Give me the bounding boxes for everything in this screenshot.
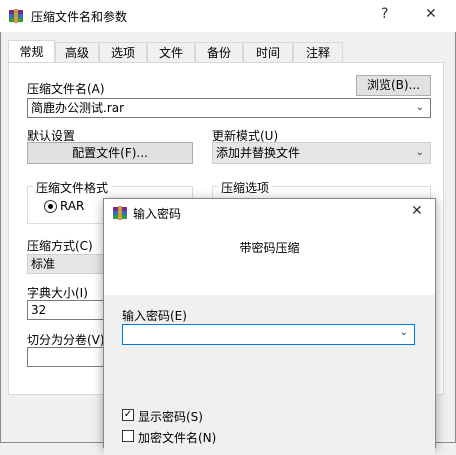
- update-mode-value: 添加并替换文件: [216, 146, 301, 160]
- archive-options-title: 压缩选项: [218, 179, 273, 196]
- enter-password-label: 输入密码(E): [122, 309, 187, 323]
- tab-advanced[interactable]: 高级: [55, 42, 99, 62]
- password-dialog-close-button[interactable]: ✕: [411, 203, 423, 219]
- browse-button[interactable]: 浏览(B)...: [356, 75, 431, 96]
- dictionary-label: 字典大小(I): [27, 286, 88, 300]
- title-bar: 压缩文件名和参数 ? ✕: [0, 0, 456, 32]
- tab-general[interactable]: 常规: [8, 40, 55, 63]
- profiles-button[interactable]: 配置文件(F)...: [27, 142, 193, 164]
- archive-name-label: 压缩文件名(A): [27, 82, 105, 96]
- winrar-app-icon: [112, 205, 128, 221]
- method-value: 标准: [31, 257, 56, 271]
- tab-files[interactable]: 文件: [147, 42, 195, 62]
- encrypt-filenames-checkbox[interactable]: [122, 430, 134, 442]
- password-dialog-heading: 带密码压缩: [239, 241, 300, 255]
- update-mode-select[interactable]: 添加并替换文件 ⌄: [212, 142, 431, 164]
- tab-comment[interactable]: 注释: [293, 42, 343, 62]
- tab-options[interactable]: 选项: [99, 42, 147, 62]
- show-password-label: 显示密码(S): [138, 410, 203, 424]
- password-dialog-title: 输入密码: [133, 207, 182, 221]
- format-rar-label: RAR: [60, 199, 85, 213]
- password-dialog-title-bar: 输入密码 ✕: [104, 199, 435, 227]
- chevron-down-icon[interactable]: ⌄: [416, 99, 424, 117]
- archive-format-title: 压缩文件格式: [33, 179, 112, 196]
- chevron-down-icon[interactable]: ⌄: [400, 327, 408, 338]
- chevron-down-icon[interactable]: ⌄: [416, 143, 424, 163]
- encrypt-filenames-label: 加密文件名(N): [138, 431, 217, 445]
- format-rar-radio[interactable]: [44, 200, 57, 213]
- window-title: 压缩文件名和参数: [31, 10, 128, 24]
- password-dialog: 输入密码 ✕ 带密码压缩 输入密码(E) ⌄ ✓ 显示密码(S) 加密文件名(N…: [103, 198, 436, 455]
- winrar-app-icon: [8, 8, 24, 24]
- help-button[interactable]: ?: [381, 6, 388, 22]
- radio-dot-icon: [48, 204, 53, 209]
- archive-name-combo[interactable]: 简鹿办公测试.rar ⌄: [27, 98, 431, 118]
- tab-backup[interactable]: 备份: [195, 42, 243, 62]
- dictionary-value: 32: [31, 303, 47, 317]
- method-label: 压缩方式(C): [27, 239, 93, 253]
- close-button[interactable]: ✕: [425, 6, 437, 22]
- tab-time[interactable]: 时间: [243, 42, 293, 62]
- archive-name-value: 简鹿办公测试.rar: [31, 101, 125, 115]
- show-password-checkbox[interactable]: ✓: [122, 409, 134, 421]
- split-volumes-label: 切分为分卷(V): [27, 333, 105, 347]
- password-input[interactable]: ⌄: [122, 324, 415, 345]
